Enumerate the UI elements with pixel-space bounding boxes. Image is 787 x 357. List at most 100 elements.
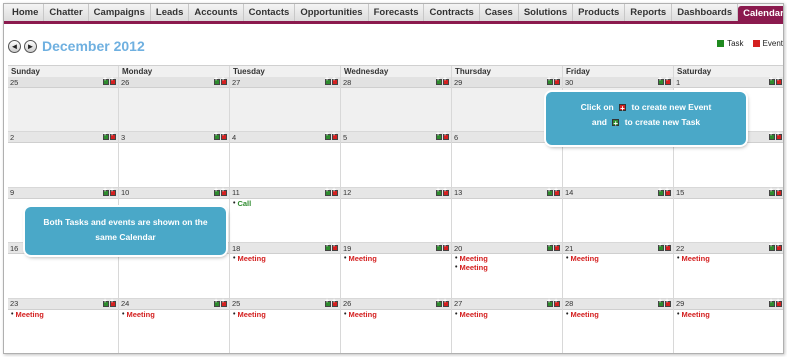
entry-label[interactable]: Meeting <box>681 310 709 319</box>
entry-label[interactable]: Meeting <box>126 310 154 319</box>
previous-month-button[interactable]: ◄ <box>8 40 21 53</box>
meeting-entry[interactable]: • Meeting <box>8 310 118 319</box>
day-number[interactable]: 27 <box>454 299 462 308</box>
entry-label[interactable]: Meeting <box>237 310 265 319</box>
day-cell[interactable]: 26 <box>119 76 230 133</box>
add-event-icon[interactable] <box>332 242 338 252</box>
add-task-icon[interactable] <box>769 187 775 196</box>
day-cell[interactable]: 12 <box>341 187 452 244</box>
entry-label[interactable]: Meeting <box>459 263 487 272</box>
day-number[interactable]: 21 <box>565 244 573 253</box>
add-event-icon[interactable] <box>776 242 782 252</box>
add-event-icon[interactable] <box>110 298 116 307</box>
day-cell[interactable]: 14 <box>563 187 674 244</box>
day-cell[interactable]: 13 <box>452 187 563 244</box>
add-event-icon[interactable] <box>332 76 338 85</box>
add-task-icon[interactable] <box>325 298 331 307</box>
add-task-icon[interactable] <box>325 187 331 196</box>
day-number[interactable]: 29 <box>454 78 462 87</box>
add-event-icon[interactable] <box>443 76 449 85</box>
tab-dashboards[interactable]: Dashboards <box>672 4 739 21</box>
day-number[interactable]: 28 <box>565 299 573 308</box>
tab-forecasts[interactable]: Forecasts <box>369 4 425 21</box>
add-task-icon[interactable] <box>325 76 331 85</box>
day-number[interactable]: 26 <box>343 299 351 308</box>
day-cell[interactable]: 21•Meeting <box>563 242 674 299</box>
day-number[interactable]: 9 <box>10 188 14 197</box>
day-number[interactable]: 24 <box>121 299 129 308</box>
meeting-entry[interactable]: • Meeting <box>452 254 562 263</box>
meeting-entry[interactable]: • Meeting <box>452 310 562 319</box>
add-event-icon[interactable] <box>332 131 338 141</box>
day-number[interactable]: 22 <box>676 244 684 253</box>
add-event-icon[interactable] <box>665 76 671 85</box>
day-number[interactable]: 10 <box>121 188 129 197</box>
add-event-icon[interactable] <box>554 242 560 252</box>
day-cell[interactable]: 26 •Meeting <box>341 298 452 353</box>
add-event-icon[interactable] <box>554 298 560 307</box>
day-number[interactable]: 29 <box>676 299 684 308</box>
entry-label[interactable]: Meeting <box>570 310 598 319</box>
add-task-icon[interactable] <box>436 187 442 196</box>
add-task-icon[interactable] <box>436 76 442 85</box>
add-event-icon[interactable] <box>110 187 116 196</box>
tab-chatter[interactable]: Chatter <box>44 4 89 21</box>
add-event-icon[interactable] <box>665 298 671 307</box>
day-cell[interactable]: 28 •Meeting <box>563 298 674 353</box>
tab-home[interactable]: Home <box>7 4 45 21</box>
add-task-icon[interactable] <box>436 298 442 307</box>
add-event-icon[interactable] <box>443 298 449 307</box>
add-task-icon[interactable] <box>547 242 553 252</box>
add-event-icon[interactable] <box>554 76 560 85</box>
add-event-icon[interactable] <box>443 131 449 141</box>
add-task-icon[interactable] <box>658 187 664 196</box>
day-number[interactable]: 5 <box>343 133 347 142</box>
day-number[interactable]: 18 <box>232 244 240 253</box>
call-entry[interactable]: • Call <box>230 199 340 208</box>
add-event-icon[interactable] <box>554 187 560 196</box>
tab-leads[interactable]: Leads <box>151 4 190 21</box>
add-task-icon[interactable] <box>547 76 553 85</box>
day-number[interactable]: 14 <box>565 188 573 197</box>
meeting-entry[interactable]: • Meeting <box>119 310 229 319</box>
day-number[interactable]: 4 <box>232 133 236 142</box>
day-number[interactable]: 1 <box>676 78 680 87</box>
day-number[interactable]: 25 <box>232 299 240 308</box>
entry-label[interactable]: Meeting <box>348 254 376 263</box>
day-number[interactable]: 16 <box>10 244 18 253</box>
day-cell[interactable]: 2 <box>8 131 119 188</box>
add-event-icon[interactable] <box>221 76 227 85</box>
add-task-icon[interactable] <box>547 187 553 196</box>
tab-campaigns[interactable]: Campaigns <box>89 4 151 21</box>
add-event-icon[interactable] <box>332 187 338 196</box>
add-task-icon[interactable] <box>658 242 664 252</box>
day-cell[interactable]: 23 •Meeting <box>8 298 119 353</box>
add-task-icon[interactable] <box>769 242 775 252</box>
add-event-icon[interactable] <box>776 187 782 196</box>
tab-opportunities[interactable]: Opportunities <box>295 4 369 21</box>
day-cell[interactable]: 27 •Meeting <box>452 298 563 353</box>
day-cell[interactable]: 5 <box>341 131 452 188</box>
meeting-entry[interactable]: • Meeting <box>341 310 451 319</box>
meeting-entry[interactable]: • Meeting <box>230 254 340 263</box>
day-cell[interactable]: 18•Meeting <box>230 242 341 299</box>
day-cell[interactable]: 20•Meeting•Meeting <box>452 242 563 299</box>
add-event-icon[interactable] <box>221 131 227 141</box>
add-event-icon[interactable] <box>221 298 227 307</box>
entry-label[interactable]: Meeting <box>459 310 487 319</box>
day-number[interactable]: 27 <box>232 78 240 87</box>
add-task-icon[interactable] <box>658 298 664 307</box>
add-task-icon[interactable] <box>103 187 109 196</box>
add-task-icon[interactable] <box>547 298 553 307</box>
tab-accounts[interactable]: Accounts <box>189 4 244 21</box>
meeting-entry[interactable]: • Meeting <box>674 254 783 263</box>
add-task-icon[interactable] <box>769 298 775 307</box>
add-task-icon[interactable] <box>325 242 331 252</box>
day-cell[interactable]: 25 •Meeting <box>230 298 341 353</box>
add-event-icon[interactable] <box>110 76 116 85</box>
day-cell[interactable]: 11 •Call <box>230 187 341 244</box>
day-number[interactable]: 19 <box>343 244 351 253</box>
day-cell[interactable]: 28 <box>341 76 452 133</box>
day-number[interactable]: 20 <box>454 244 462 253</box>
tab-products[interactable]: Products <box>573 4 626 21</box>
